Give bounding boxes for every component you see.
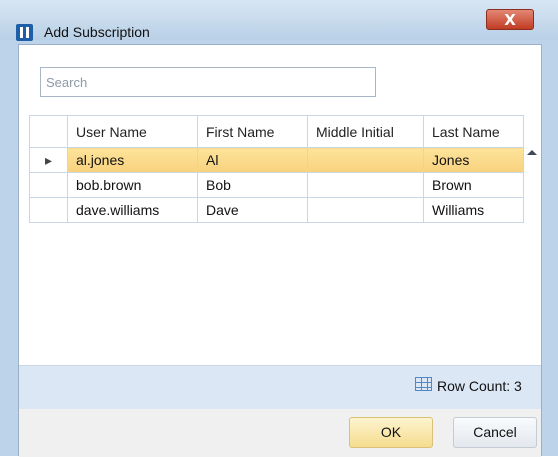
cell-first-name[interactable]: Bob bbox=[197, 172, 308, 198]
column-first-name[interactable]: First Name bbox=[197, 115, 308, 148]
scroll-up-icon[interactable] bbox=[527, 150, 537, 155]
table-header-row: User Name First Name Middle Initial Last… bbox=[29, 115, 524, 148]
vertical-scrollbar[interactable] bbox=[523, 146, 541, 384]
column-last-name[interactable]: Last Name bbox=[423, 115, 524, 148]
cancel-button[interactable]: Cancel bbox=[453, 417, 537, 448]
row-count-bar: Row Count: 3 bbox=[19, 365, 541, 410]
cell-user-name[interactable]: dave.williams bbox=[67, 197, 198, 223]
search-placeholder: Search bbox=[46, 75, 88, 90]
table-row[interactable]: bob.brown Bob Brown bbox=[29, 172, 524, 198]
cell-first-name[interactable]: Al bbox=[197, 147, 308, 173]
cell-user-name[interactable]: bob.brown bbox=[67, 172, 198, 198]
grid-icon bbox=[415, 377, 432, 391]
cell-middle-initial[interactable] bbox=[307, 172, 424, 198]
dialog-title: Add Subscription bbox=[44, 24, 150, 40]
users-table: User Name First Name Middle Initial Last… bbox=[29, 115, 524, 223]
close-button[interactable]: X bbox=[486, 9, 534, 30]
column-user-name[interactable]: User Name bbox=[67, 115, 198, 148]
search-input[interactable]: Search bbox=[40, 67, 376, 97]
row-indicator-header bbox=[29, 115, 68, 148]
app-icon bbox=[16, 24, 33, 41]
cell-middle-initial[interactable] bbox=[307, 197, 424, 223]
add-subscription-dialog: Add Subscription X Search User Name Firs… bbox=[0, 0, 558, 457]
dialog-content: Search User Name First Name Middle Initi… bbox=[18, 44, 542, 457]
cell-first-name[interactable]: Dave bbox=[197, 197, 308, 223]
cell-user-name[interactable]: al.jones bbox=[67, 147, 198, 173]
cell-last-name[interactable]: Brown bbox=[423, 172, 524, 198]
cell-last-name[interactable]: Williams bbox=[423, 197, 524, 223]
row-indicator bbox=[29, 172, 68, 198]
cell-last-name[interactable]: Jones bbox=[423, 147, 524, 173]
column-middle-initial[interactable]: Middle Initial bbox=[307, 115, 424, 148]
user-grid-panel: Search User Name First Name Middle Initi… bbox=[19, 45, 541, 410]
selected-row-indicator: ▸ bbox=[29, 147, 68, 173]
row-count-label: Row Count: 3 bbox=[437, 378, 522, 394]
row-indicator bbox=[29, 197, 68, 223]
close-icon: X bbox=[504, 11, 516, 29]
title-bar: Add Subscription X bbox=[0, 0, 558, 41]
table-row[interactable]: dave.williams Dave Williams bbox=[29, 197, 524, 223]
cell-middle-initial[interactable] bbox=[307, 147, 424, 173]
table-row[interactable]: ▸ al.jones Al Jones bbox=[29, 147, 524, 173]
dialog-footer: OK Cancel bbox=[19, 409, 541, 457]
ok-button[interactable]: OK bbox=[349, 417, 433, 448]
